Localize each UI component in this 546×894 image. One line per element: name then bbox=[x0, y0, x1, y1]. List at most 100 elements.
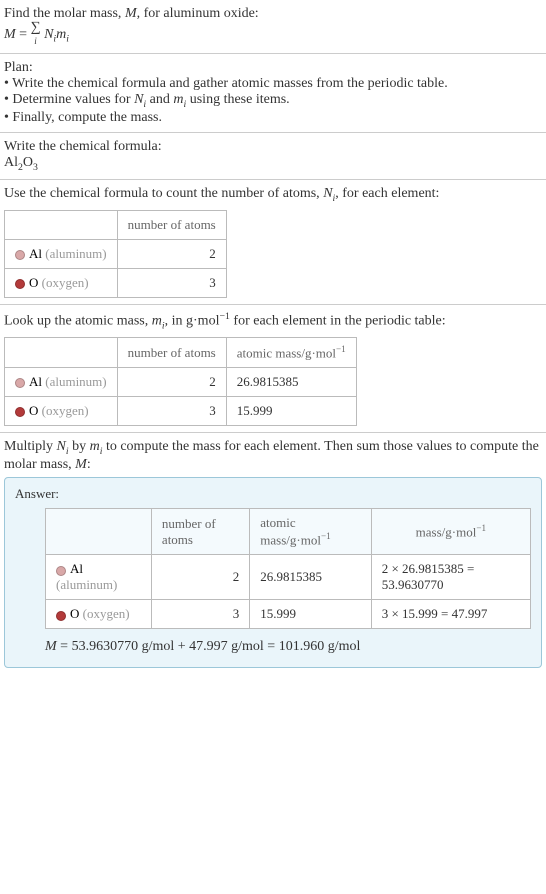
element-cell: O (oxygen) bbox=[5, 397, 118, 426]
intro-equation: M = ∑i Nimi bbox=[4, 22, 542, 47]
element-swatch-icon bbox=[15, 378, 25, 388]
element-name: (oxygen) bbox=[83, 606, 130, 621]
final-equation: M = 53.9630770 g/mol + 47.997 g/mol = 10… bbox=[45, 639, 531, 655]
mass-section: Look up the atomic mass, mi, in g·mol−1 … bbox=[0, 305, 546, 434]
plan-heading: Plan: bbox=[4, 60, 542, 76]
final-rest: = 53.9630770 g/mol + 47.997 g/mol = 101.… bbox=[57, 639, 361, 654]
table-header-row: number of atoms bbox=[5, 210, 227, 239]
table-header-row: number of atoms atomic mass/g·mol−1 bbox=[5, 338, 357, 368]
element-swatch-icon bbox=[56, 566, 66, 576]
mass-cell: 15.999 bbox=[250, 600, 371, 629]
eq-equals: = bbox=[16, 27, 31, 42]
sigma-sub: i bbox=[34, 36, 37, 46]
eq-M: M bbox=[4, 27, 16, 42]
plan-b2-c: using these items. bbox=[186, 92, 289, 107]
calc-cell: 3 × 15.999 = 47.997 bbox=[371, 600, 530, 629]
plan-mi-m: m bbox=[173, 92, 183, 107]
table-header-row: number of atoms atomic mass/g·mol−1 mass… bbox=[46, 509, 531, 555]
atoms-cell: 2 bbox=[117, 239, 226, 268]
col-total-mass: mass/g·mol−1 bbox=[371, 509, 530, 555]
count-Ni-N: N bbox=[323, 186, 332, 201]
intro-text-a: Find the molar mass, bbox=[4, 6, 125, 21]
eq-m-sub: i bbox=[66, 34, 69, 45]
count-table: number of atoms Al (aluminum) 2 O (oxyge… bbox=[4, 210, 227, 298]
table-row: O (oxygen) 3 bbox=[5, 268, 227, 297]
col-mass-exp: −1 bbox=[321, 531, 331, 541]
element-cell: Al (aluminum) bbox=[5, 239, 118, 268]
element-cell: O (oxygen) bbox=[5, 268, 118, 297]
intro-M: M bbox=[125, 6, 137, 21]
element-swatch-icon bbox=[15, 250, 25, 260]
col-mass-label-a: atomic mass/g·mol bbox=[237, 345, 336, 360]
count-head-a: Use the chemical formula to count the nu… bbox=[4, 186, 323, 201]
mass-heading: Look up the atomic mass, mi, in g·mol−1 … bbox=[4, 311, 542, 331]
eq-N: N bbox=[44, 27, 53, 42]
plan-section: Plan: • Write the chemical formula and g… bbox=[0, 54, 546, 133]
sigma-icon: ∑i bbox=[31, 22, 41, 47]
table-row: O (oxygen) 3 15.999 bbox=[5, 397, 357, 426]
mass-mi-m: m bbox=[152, 313, 162, 328]
plan-b2-a: • Determine values for bbox=[4, 92, 134, 107]
formula-al: Al bbox=[4, 155, 18, 170]
plan-b2-b: and bbox=[146, 92, 173, 107]
mult-Ni-N: N bbox=[57, 439, 66, 454]
table-row: Al (aluminum) 2 26.9815385 2 × 26.981538… bbox=[46, 555, 531, 600]
atoms-cell: 3 bbox=[117, 397, 226, 426]
intro-text-b: , for aluminum oxide: bbox=[137, 6, 259, 21]
element-symbol: O bbox=[29, 275, 38, 290]
mass-cell: 15.999 bbox=[226, 397, 356, 426]
col-atoms-label: number of atoms bbox=[162, 516, 216, 547]
final-M: M bbox=[45, 639, 57, 654]
mass-table: number of atoms atomic mass/g·mol−1 Al (… bbox=[4, 337, 357, 426]
table-row: Al (aluminum) 2 bbox=[5, 239, 227, 268]
chemical-formula: Al2O3 bbox=[4, 155, 542, 173]
element-symbol: Al bbox=[29, 374, 42, 389]
eq-m: m bbox=[56, 27, 66, 42]
element-name: (aluminum) bbox=[45, 246, 106, 261]
table-row: O (oxygen) 3 15.999 3 × 15.999 = 47.997 bbox=[46, 600, 531, 629]
mass-head-c: for each element in the periodic table: bbox=[230, 313, 446, 328]
table-row: Al (aluminum) 2 26.9815385 bbox=[5, 368, 357, 397]
intro-line: Find the molar mass, M, for aluminum oxi… bbox=[4, 6, 542, 22]
element-swatch-icon bbox=[15, 407, 25, 417]
atoms-cell: 2 bbox=[117, 368, 226, 397]
mult-M: M bbox=[75, 457, 87, 472]
atoms-cell: 2 bbox=[151, 555, 249, 600]
col-element bbox=[46, 509, 152, 555]
element-name: (aluminum) bbox=[56, 577, 117, 592]
col-atoms-label: number of atoms bbox=[128, 345, 216, 360]
col-total-label-a: mass/g·mol bbox=[416, 524, 477, 539]
plan-bullet-1: • Write the chemical formula and gather … bbox=[4, 76, 542, 92]
element-cell: O (oxygen) bbox=[46, 600, 152, 629]
col-element bbox=[5, 210, 118, 239]
answer-section: Multiply Ni by mi to compute the mass fo… bbox=[0, 433, 546, 674]
mass-head-a: Look up the atomic mass, bbox=[4, 313, 152, 328]
mult-head-a: Multiply bbox=[4, 439, 57, 454]
element-name: (aluminum) bbox=[45, 374, 106, 389]
count-heading: Use the chemical formula to count the nu… bbox=[4, 186, 542, 204]
element-name: (oxygen) bbox=[42, 403, 89, 418]
element-symbol: O bbox=[29, 403, 38, 418]
element-symbol: Al bbox=[29, 246, 42, 261]
element-symbol: Al bbox=[70, 561, 83, 576]
mass-head-b: , in g·mol bbox=[165, 313, 220, 328]
col-atoms: number of atoms bbox=[151, 509, 249, 555]
mult-head-b: by bbox=[69, 439, 90, 454]
mult-heading: Multiply Ni by mi to compute the mass fo… bbox=[4, 439, 542, 473]
mult-mi-m: m bbox=[90, 439, 100, 454]
col-atoms: number of atoms bbox=[117, 210, 226, 239]
element-cell: Al (aluminum) bbox=[5, 368, 118, 397]
element-name: (oxygen) bbox=[42, 275, 89, 290]
element-swatch-icon bbox=[56, 611, 66, 621]
col-mass-label-a: atomic mass/g·mol bbox=[260, 515, 321, 547]
col-mass-exp: −1 bbox=[336, 344, 346, 354]
col-atomic-mass: atomic mass/g·mol−1 bbox=[250, 509, 371, 555]
answer-box: Answer: number of atoms atomic mass/g·mo… bbox=[4, 477, 542, 668]
mass-cell: 26.9815385 bbox=[226, 368, 356, 397]
count-section: Use the chemical formula to count the nu… bbox=[0, 180, 546, 305]
element-swatch-icon bbox=[15, 279, 25, 289]
formula-o-sub: 3 bbox=[33, 162, 38, 173]
mass-exp: −1 bbox=[219, 311, 229, 322]
formula-o: O bbox=[23, 155, 33, 170]
plan-bullet-2: • Determine values for Ni and mi using t… bbox=[4, 92, 542, 110]
